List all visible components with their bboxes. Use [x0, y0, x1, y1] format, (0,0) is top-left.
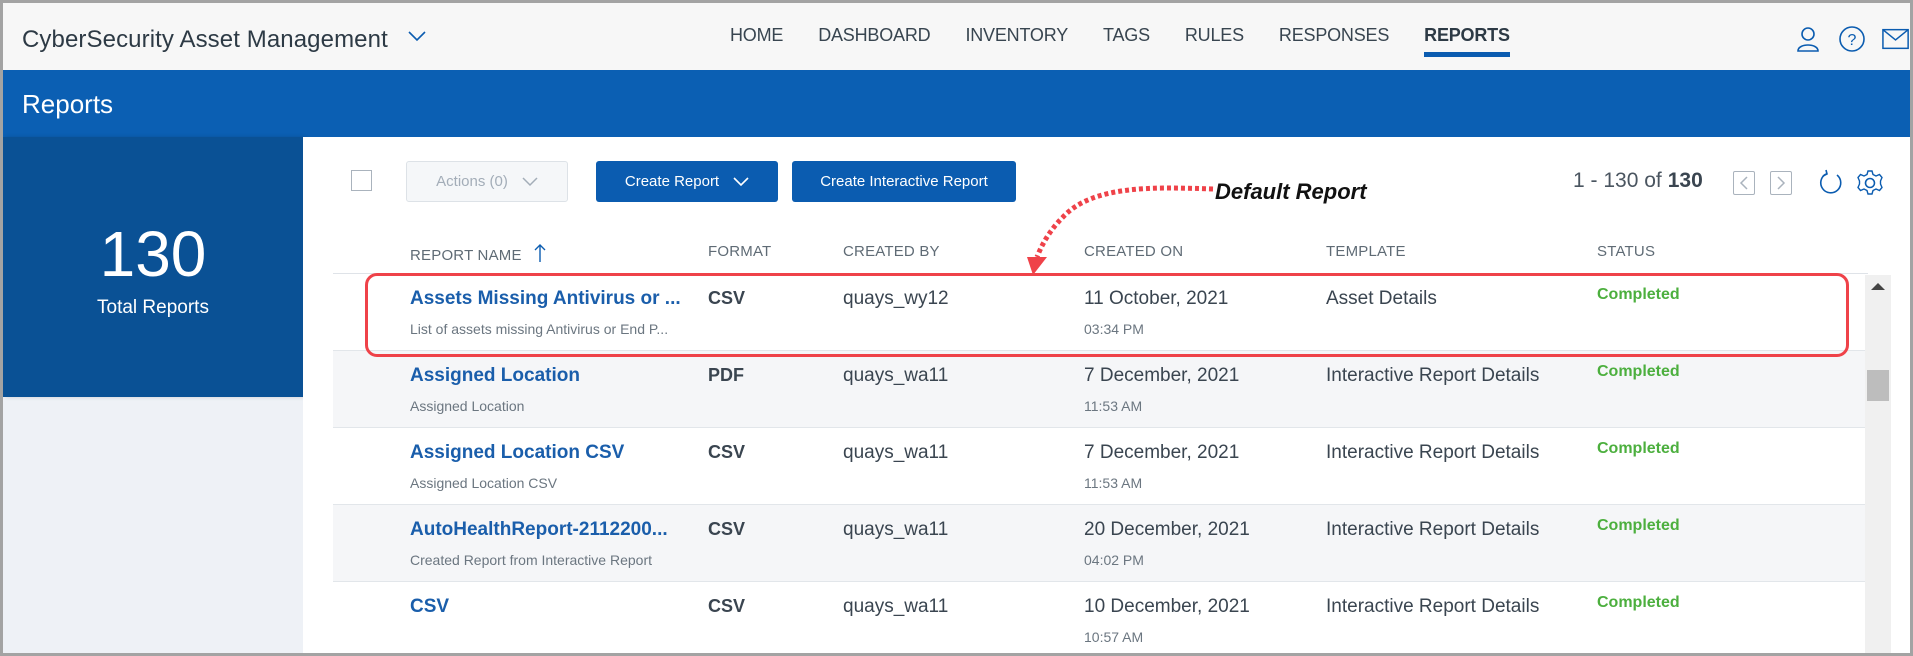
pagination-info: 1 - 130 of 130 [1573, 169, 1703, 193]
report-format: CSV [708, 519, 746, 539]
chevron-right-icon [1777, 176, 1786, 190]
table-scrollbar[interactable] [1865, 275, 1891, 653]
report-created-date: 7 December, 2021 [1084, 365, 1240, 386]
previous-page-button[interactable] [1733, 171, 1755, 195]
status-badge: Completed [1597, 440, 1680, 457]
refresh-icon[interactable] [1817, 169, 1845, 197]
report-format: CSV [708, 596, 746, 616]
header-icons: ? [1794, 25, 1910, 53]
select-all-checkbox[interactable] [351, 170, 372, 191]
pagination-total: 130 [1667, 169, 1703, 192]
report-template: Interactive Report Details [1326, 519, 1540, 540]
report-template: Interactive Report Details [1326, 442, 1540, 463]
page-title: Reports [22, 89, 114, 119]
report-created-by: quays_wa11 [843, 596, 949, 617]
report-created-by: quays_wy12 [843, 288, 949, 309]
scroll-up-arrow[interactable] [1871, 283, 1885, 290]
report-format: PDF [708, 365, 744, 385]
status-badge: Completed [1597, 363, 1680, 380]
column-format[interactable]: FORMAT [708, 243, 771, 260]
table-row[interactable]: CSV CSV quays_wa11 10 December, 2021 10:… [333, 582, 1868, 653]
app-title: CyberSecurity Asset Management [22, 26, 388, 53]
main-nav: HOME DASHBOARD INVENTORY TAGS RULES RESP… [730, 25, 1545, 65]
column-created-on[interactable]: CREATED ON [1084, 243, 1183, 260]
column-status[interactable]: STATUS [1597, 243, 1655, 260]
report-created-date: 20 December, 2021 [1084, 519, 1250, 540]
reports-panel: Actions (0) Create Report Create Interac… [303, 137, 1910, 653]
nav-home[interactable]: HOME [730, 25, 783, 65]
report-created-date: 10 December, 2021 [1084, 596, 1250, 617]
help-icon[interactable]: ? [1838, 25, 1866, 53]
mail-icon[interactable] [1882, 25, 1910, 53]
gear-icon[interactable] [1856, 169, 1884, 197]
nav-tags[interactable]: TAGS [1103, 25, 1150, 65]
report-template: Interactive Report Details [1326, 365, 1540, 386]
report-description: Assigned Location [410, 398, 525, 414]
create-report-button[interactable]: Create Report [596, 161, 778, 202]
report-description: Created Report from Interactive Report [410, 552, 652, 568]
table-row[interactable]: Assigned Location Assigned Location PDF … [333, 351, 1868, 428]
report-created-by: quays_wa11 [843, 365, 949, 386]
status-badge: Completed [1597, 517, 1680, 534]
table-row[interactable]: AutoHealthReport-2112200... Created Repo… [333, 505, 1868, 582]
app-frame: CyberSecurity Asset Management HOME DASH… [3, 3, 1910, 653]
user-icon[interactable] [1794, 25, 1822, 53]
total-reports-label: Total Reports [97, 297, 209, 318]
report-created-time: 10:57 AM [1084, 629, 1144, 645]
total-reports-card: 130 Total Reports [3, 137, 303, 397]
column-created-by[interactable]: CREATED BY [843, 243, 940, 260]
reports-table-body: Assets Missing Antivirus or ... List of … [333, 273, 1868, 653]
report-created-by: quays_wa11 [843, 442, 949, 463]
nav-responses[interactable]: RESPONSES [1279, 25, 1389, 65]
table-row[interactable]: Assigned Location CSV Assigned Location … [333, 428, 1868, 505]
sort-ascending-icon[interactable] [534, 243, 546, 263]
nav-rules[interactable]: RULES [1185, 25, 1244, 65]
report-created-time: 04:02 PM [1084, 552, 1144, 568]
report-description: Assigned Location CSV [410, 475, 558, 491]
svg-text:?: ? [1848, 32, 1857, 49]
table-row[interactable]: Assets Missing Antivirus or ... List of … [333, 274, 1868, 351]
actions-label: Actions (0) [436, 173, 508, 190]
nav-reports[interactable]: REPORTS [1424, 25, 1510, 65]
report-created-by: quays_wa11 [843, 519, 949, 540]
chevron-down-icon[interactable] [407, 29, 427, 43]
pagination-range: 1 - 130 of [1573, 169, 1662, 192]
create-interactive-report-button[interactable]: Create Interactive Report [792, 161, 1016, 202]
status-badge: Completed [1597, 286, 1680, 303]
report-name-link[interactable]: Assigned Location [410, 365, 580, 387]
report-name-link[interactable]: Assigned Location CSV [410, 442, 624, 464]
total-reports-count: 130 [99, 218, 207, 290]
create-report-label: Create Report [624, 173, 720, 190]
report-created-time: 03:34 PM [1084, 321, 1144, 337]
report-name-link[interactable]: CSV [410, 596, 449, 618]
report-created-date: 11 October, 2021 [1084, 288, 1229, 309]
chevron-down-icon [733, 176, 749, 186]
nav-inventory[interactable]: INVENTORY [965, 25, 1068, 65]
report-format: CSV [708, 288, 746, 308]
scroll-thumb[interactable] [1867, 370, 1889, 401]
chevron-left-icon [1739, 176, 1748, 190]
report-created-time: 11:53 AM [1084, 475, 1143, 491]
status-badge: Completed [1597, 594, 1680, 611]
report-created-date: 7 December, 2021 [1084, 442, 1240, 463]
report-template: Asset Details [1326, 288, 1437, 309]
report-description: List of assets missing Antivirus or End … [410, 321, 669, 337]
chevron-down-icon [522, 176, 538, 186]
next-page-button[interactable] [1770, 171, 1792, 195]
top-bar: CyberSecurity Asset Management HOME DASH… [3, 3, 1910, 70]
nav-dashboard[interactable]: DASHBOARD [818, 25, 930, 65]
actions-dropdown[interactable]: Actions (0) [406, 161, 568, 202]
report-format: CSV [708, 442, 746, 462]
report-name-link[interactable]: Assets Missing Antivirus or ... [410, 288, 681, 310]
table-header: REPORT NAME FORMAT CREATED BY CREATED ON… [333, 233, 1843, 273]
report-created-time: 11:53 AM [1084, 398, 1143, 414]
annotation-label: Default Report [1215, 179, 1367, 204]
column-template[interactable]: TEMPLATE [1326, 243, 1406, 260]
column-report-name[interactable]: REPORT NAME [410, 243, 546, 264]
column-report-name-label: REPORT NAME [410, 247, 522, 264]
report-template: Interactive Report Details [1326, 596, 1540, 617]
page-header: Reports [3, 70, 1910, 137]
report-name-link[interactable]: AutoHealthReport-2112200... [410, 519, 668, 541]
